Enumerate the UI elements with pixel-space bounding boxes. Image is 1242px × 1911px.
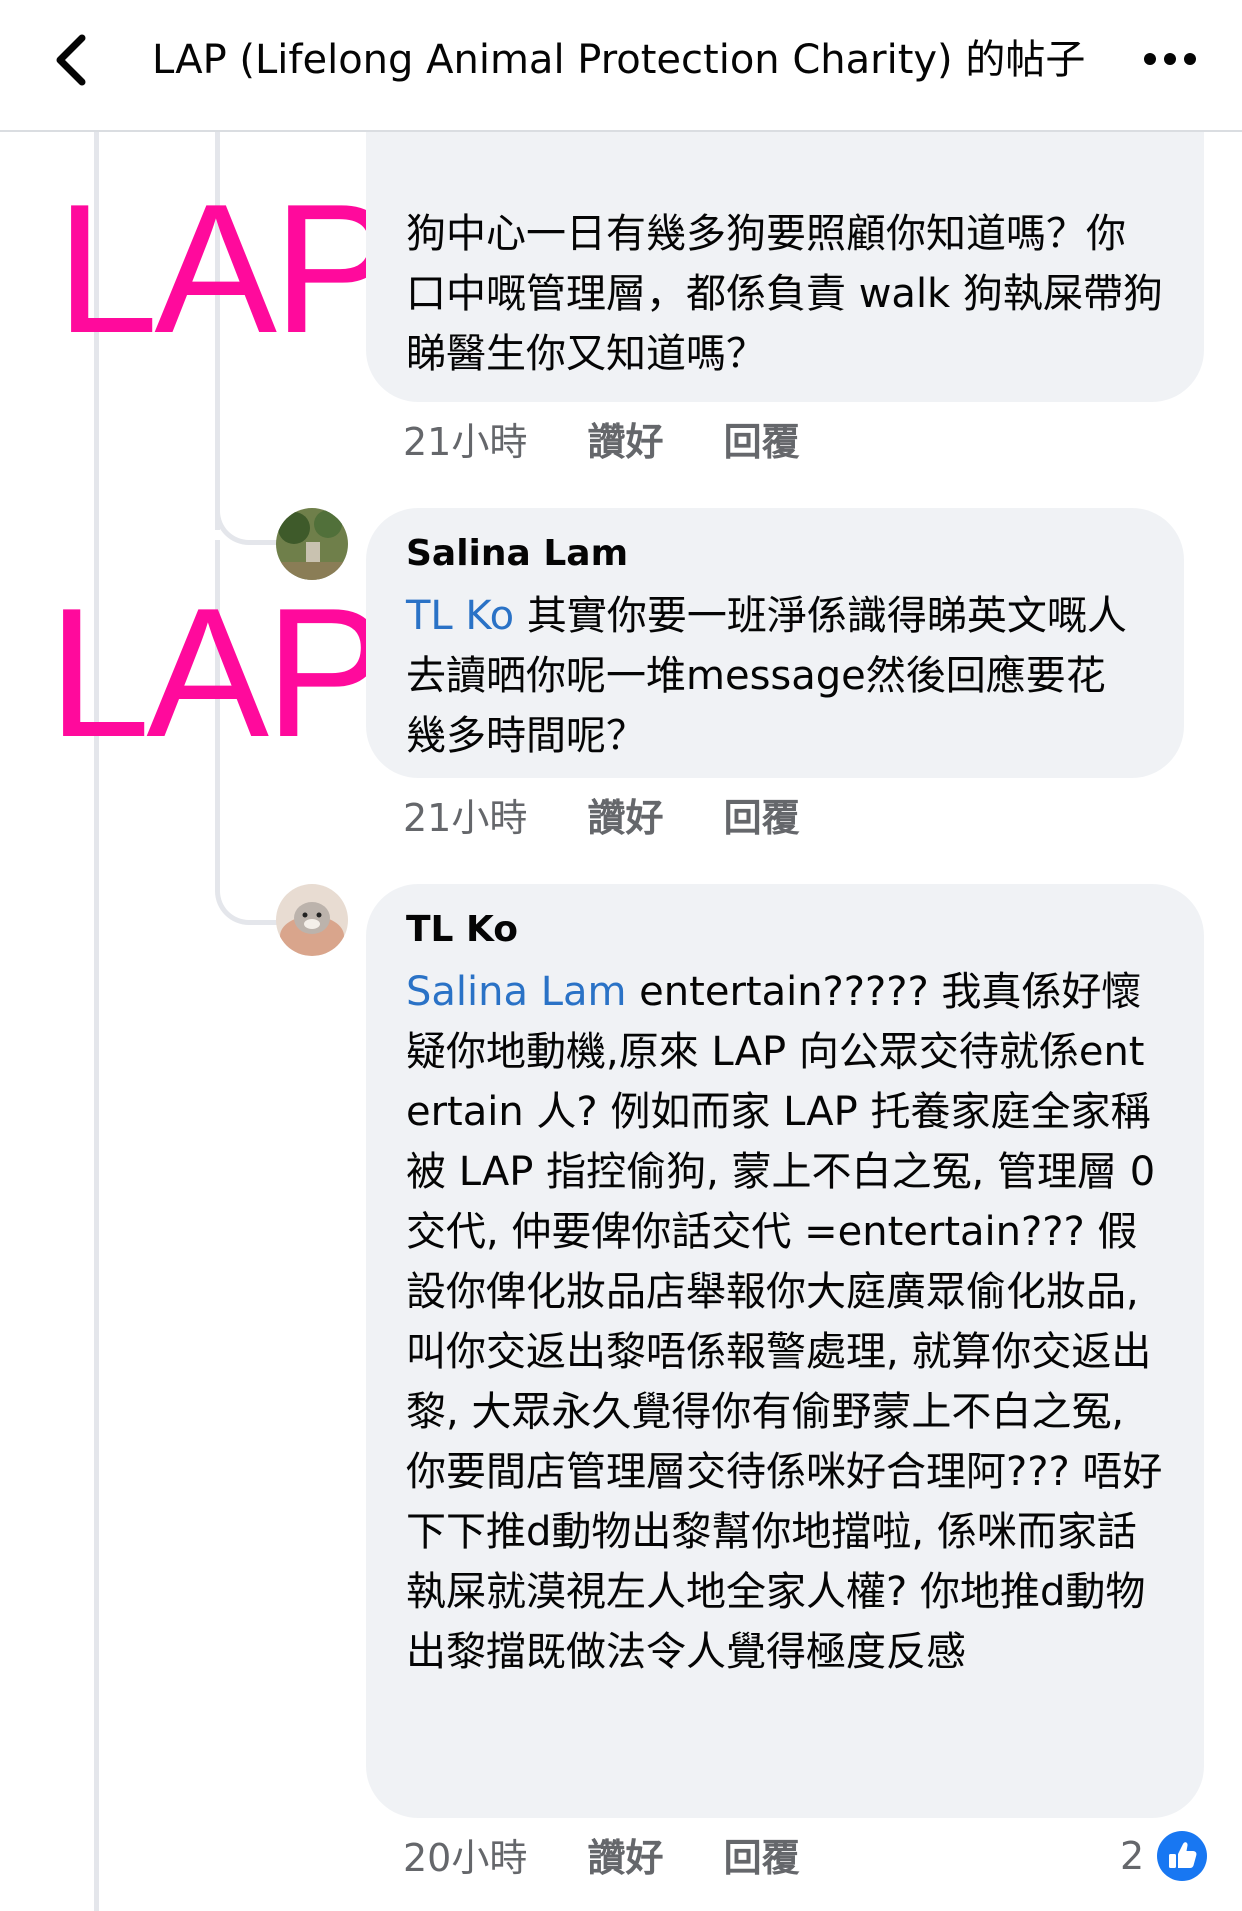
comment-text: Salina Lam entertain????? 我真係好懷疑你地動機,原來 … — [406, 962, 1164, 1682]
comment-body: entertain????? 我真係好懷疑你地動機,原來 LAP 向公眾交待就係… — [406, 969, 1163, 1675]
comment-actions: 20小時 讚好 回覆 — [403, 1834, 800, 1882]
like-button[interactable]: 讚好 — [587, 796, 663, 840]
top-bar: LAP (Lifelong Animal Protection Charity)… — [0, 0, 1242, 132]
mention-link[interactable]: TL Ko — [406, 593, 514, 639]
reply-button[interactable]: 回覆 — [724, 1836, 800, 1880]
like-button[interactable]: 讚好 — [587, 1836, 663, 1880]
reply-button[interactable]: 回覆 — [724, 796, 800, 840]
lap-watermark: LAP — [56, 165, 396, 371]
back-arrow-icon[interactable] — [48, 30, 98, 90]
more-options-icon[interactable] — [1140, 44, 1200, 74]
comment-body: 其實你要一班淨係識得睇英文嘅人去讀晒你呢一堆message然後回應要花幾多時間呢… — [406, 593, 1127, 759]
avatar[interactable] — [276, 884, 348, 956]
page-title: LAP (Lifelong Animal Protection Charity)… — [152, 37, 1086, 83]
mention-link[interactable]: Salina Lam — [406, 969, 626, 1015]
avatar[interactable] — [276, 508, 348, 580]
reaction-summary[interactable]: 2 — [1120, 1830, 1208, 1882]
comment-actions: 21小時 讚好 回覆 — [403, 418, 800, 466]
thumbs-up-icon — [1157, 1831, 1208, 1881]
reaction-count: 2 — [1120, 1834, 1145, 1878]
reply-connector — [215, 800, 280, 925]
comment-timestamp: 20小時 — [403, 1836, 528, 1880]
garden-avatar-icon — [276, 508, 348, 580]
comment-timestamp: 21小時 — [403, 420, 528, 464]
comment-author[interactable]: TL Ko — [406, 906, 1164, 954]
comment-text: 狗中心一日有幾多狗要照顧你知道嗎？你口中嘅管理層，都係負責 walk 狗執屎帶狗… — [406, 211, 1163, 377]
lap-watermark: LAP — [48, 569, 388, 775]
comment-text: TL Ko 其實你要一班淨係識得睇英文嘅人去讀晒你呢一堆message然後回應要… — [406, 586, 1144, 766]
reply-connector — [215, 420, 280, 545]
comment-bubble: Salina Lam TL Ko 其實你要一班淨係識得睇英文嘅人去讀晒你呢一堆m… — [366, 508, 1184, 778]
reply-button[interactable]: 回覆 — [724, 420, 800, 464]
comment-actions: 21小時 讚好 回覆 — [403, 794, 800, 842]
thread-line-outer — [94, 130, 99, 1911]
comment-timestamp: 21小時 — [403, 796, 528, 840]
comment-bubble: TL Ko Salina Lam entertain????? 我真係好懷疑你地… — [366, 884, 1204, 1818]
comment-author[interactable]: Salina Lam — [406, 530, 1144, 578]
like-button[interactable]: 讚好 — [587, 420, 663, 464]
hamster-avatar-icon — [276, 884, 348, 956]
